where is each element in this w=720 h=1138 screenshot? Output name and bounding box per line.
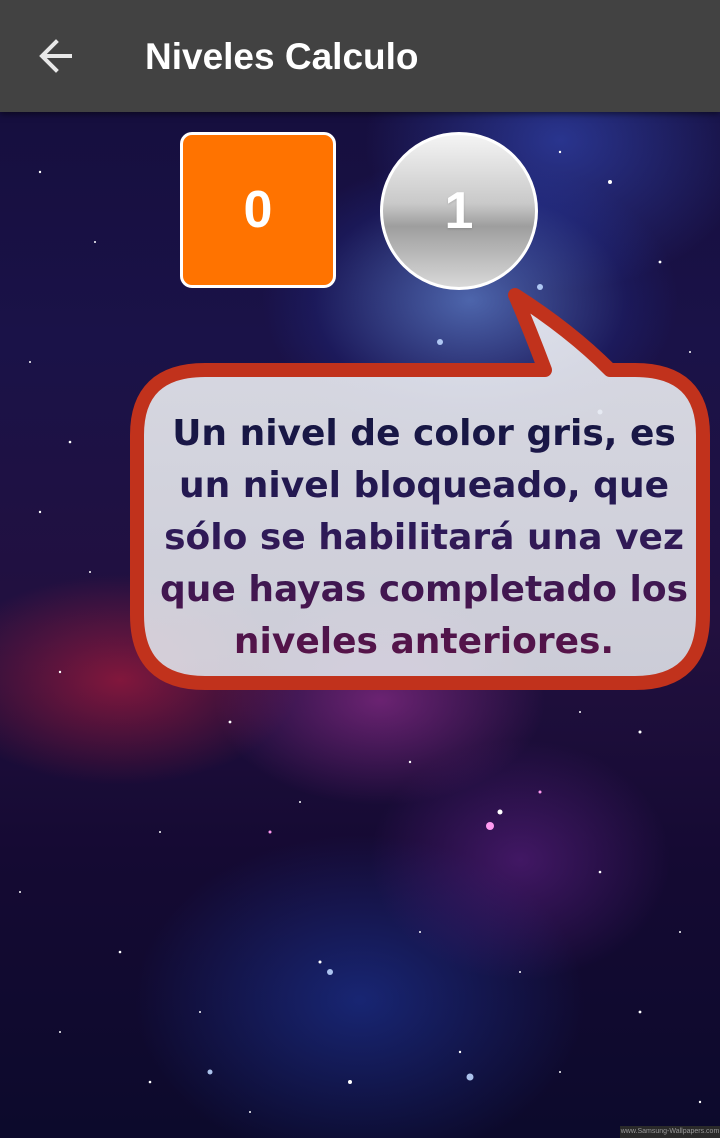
level-0-label: 0 [243,181,273,239]
page-title: Niveles Calculo [145,36,419,77]
app-bar: Niveles Calculo [0,0,720,112]
level-1-locked-button[interactable]: 1 [380,132,538,290]
level-0-button[interactable]: 0 [180,132,336,288]
arrow-left-icon [39,39,72,73]
level-1-label: 1 [444,182,474,240]
back-button[interactable] [26,26,86,86]
wallpaper-watermark: www.Samsung-Wallpapers.com [620,1126,720,1138]
tooltip-text: Un nivel de color gris, es un nivel bloq… [150,408,698,668]
screen: Niveles Calculo 0 1 Un nivel de color gr… [0,0,720,1138]
